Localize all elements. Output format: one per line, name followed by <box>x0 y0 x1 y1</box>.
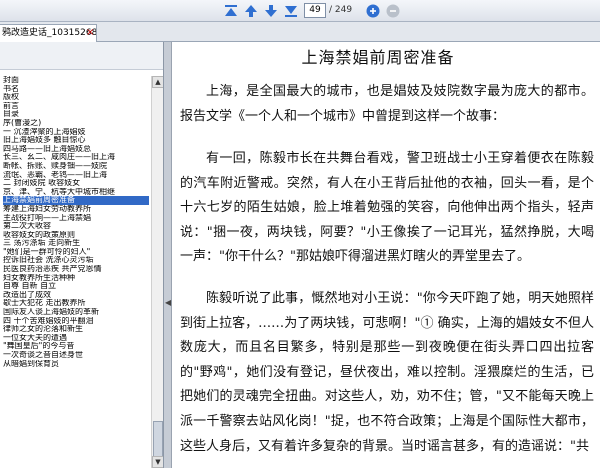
toc-item[interactable]: 主战役打响——上海禁娼 <box>3 214 149 223</box>
toc-item[interactable]: 一位女大夫的遭遇 <box>3 334 149 343</box>
scroll-up-icon[interactable]: ▲ <box>152 76 163 88</box>
last-page-icon[interactable] <box>282 2 300 20</box>
toc-list: 封面 书名 版权 前言 目录 序(曹漫之) 一 沉渣滓聚的上海娼妓 旧上海娼妓多 触目惊心 四马… <box>3 76 149 368</box>
toc-item[interactable]: 妇女教养所生活种种 <box>3 274 149 283</box>
paragraph-3: 陈毅听说了此事，慨然地对小王说："你今天吓跑了她，明天她照样到街上拉客，……为了… <box>180 291 594 454</box>
toolbar: 49 / 249 <box>0 0 600 22</box>
toc-item[interactable]: 上海禁娼前周密准备 <box>3 196 149 205</box>
toc-item[interactable]: 律师之女的沦落和新生 <box>3 325 149 334</box>
toc-item[interactable]: 国际友人谈上海娼妓的革新 <box>3 308 149 317</box>
collapse-arrow-icon[interactable]: ◀ <box>165 298 171 307</box>
next-page-icon[interactable] <box>262 2 280 20</box>
document-tab[interactable]: 鸦改造史话_10315268 × <box>0 24 97 42</box>
toc-sidebar: 封面 书名 版权 前言 目录 序(曹漫之) 一 沉渣滓聚的上海娼妓 旧上海娼妓多 触目惊心 四马… <box>0 42 164 468</box>
toc-item[interactable]: 序(曹漫之) <box>3 119 149 128</box>
toc-item[interactable]: 封面 <box>3 76 149 85</box>
close-tab-icon[interactable]: × <box>86 25 96 41</box>
sidebar-header <box>0 42 163 70</box>
toc-item[interactable]: 一 沉渣滓聚的上海娼妓 <box>3 128 149 137</box>
first-page-icon[interactable] <box>222 2 240 20</box>
toc-item[interactable]: 一次奇谈之音自述身世 <box>3 351 149 360</box>
toc-item[interactable]: 筹建上海妇女劳动教养所 <box>3 205 149 214</box>
toc-item[interactable]: 二 封闭妓院 收容妓女 <box>3 179 149 188</box>
toc-item[interactable]: 自尊 自新 自立 <box>3 282 149 291</box>
toc-item[interactable]: 歇士大犯花 走出教养所 <box>3 299 149 308</box>
page-heading: 上海禁娼前周密准备 <box>301 48 455 67</box>
previous-page-icon[interactable] <box>242 2 260 20</box>
page-number-input[interactable]: 49 <box>304 3 326 18</box>
toc-item[interactable]: 目录 <box>3 110 149 119</box>
tab-strip: 鸦改造史话_10315268 × <box>0 22 600 42</box>
toc-item[interactable]: 改造出了成效 <box>3 291 149 300</box>
toc-item[interactable]: 三 荡污涤垢 走向新生 <box>3 239 149 248</box>
toc-item[interactable]: 四马路——旧上海娼妓总 <box>3 145 149 154</box>
scroll-down-icon[interactable]: ▼ <box>152 456 163 468</box>
toc-item[interactable]: 书名 <box>3 85 149 94</box>
toc-item[interactable]: 京、津、宁、杭等大中城市相继 <box>3 188 149 197</box>
toc-item[interactable]: 断帐、拆账、赎身钿——妓院 <box>3 162 149 171</box>
panel-splitter[interactable]: ◀ <box>164 42 172 468</box>
toc-item[interactable]: 控诉旧社会 洗涤心灵污垢 <box>3 256 149 265</box>
toc-item[interactable]: 四 十个苦难娼妓的平翻泪 <box>3 317 149 326</box>
toc-item[interactable]: "她们是一群可怜的妇人" <box>3 248 149 257</box>
zoom-in-icon[interactable] <box>364 2 382 20</box>
toc-item[interactable]: "舞国皇后"的今与昔 <box>3 342 149 351</box>
page-total: / 249 <box>329 5 353 15</box>
toc-item[interactable]: 从暗娼到保育员 <box>3 360 149 369</box>
toc-item[interactable]: 流氓、恶霸、老鸨——旧上海 <box>3 171 149 180</box>
toc-item[interactable]: 长三、幺二、咸肉庄——旧上海 <box>3 153 149 162</box>
sidebar-scrollbar[interactable]: ▲ ▼ <box>151 76 163 468</box>
toc-item[interactable]: 民医良药治恶疾 共产党恩情 <box>3 265 149 274</box>
toc-item[interactable]: 旧上海娼妓多 触目惊心 <box>3 136 149 145</box>
tab-title: 鸦改造史话_10315268 <box>2 28 97 38</box>
paragraph-1: 上海，是全国最大的城市，也是娼妓及妓院数字最为庞大的都市。报告文学《一个人和一个… <box>180 84 594 124</box>
toc-item[interactable]: 前言 <box>3 102 149 111</box>
document-view[interactable]: 上海禁娼前周密准备 上海，是全国最大的城市，也是娼妓及妓院数字最为庞大的都市。报… <box>172 42 600 468</box>
paragraph-2: 有一回，陈毅市长在共舞台看戏，警卫班战士小王穿着便衣在陈毅的汽车附近警戒。突然，… <box>180 151 594 265</box>
scroll-thumb[interactable] <box>153 421 163 457</box>
toc-item[interactable]: 收容妓女的政策原则 <box>3 231 149 240</box>
toc-item[interactable]: 第二次大收容 <box>3 222 149 231</box>
zoom-out-icon[interactable] <box>384 2 402 20</box>
toc-item[interactable]: 版权 <box>3 93 149 102</box>
